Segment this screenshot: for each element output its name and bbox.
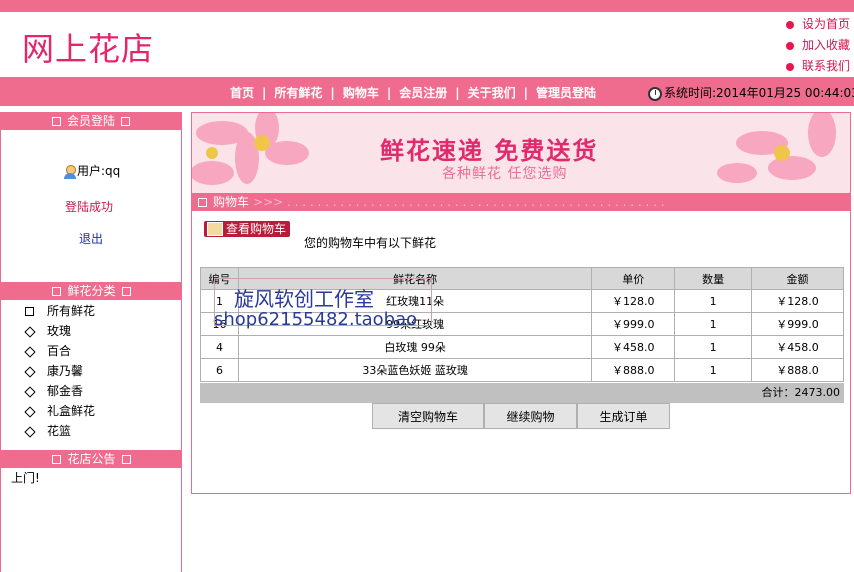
cell-price: ￥888.0 <box>591 358 676 382</box>
site-logo: 网上花店 <box>22 30 155 68</box>
system-time: 系统时间:2014年01月25 00:44:03 <box>648 84 854 101</box>
clear-cart-button[interactable]: 清空购物车 <box>372 403 484 429</box>
cart-actions: 清空购物车 继续购物 生成订单 <box>372 403 670 429</box>
promo-banner: 鲜花速递 免费送货 各种鲜花 任您选购 <box>192 113 850 193</box>
clock-icon <box>648 86 662 101</box>
cell-price: ￥128.0 <box>591 289 676 313</box>
square-icon <box>121 455 131 464</box>
dot-icon <box>785 20 794 29</box>
nav-all-flowers[interactable]: 所有鲜花 <box>274 86 322 100</box>
logout-link[interactable]: 退出 <box>79 230 103 247</box>
cell-name: 33朵蓝色妖姬 蓝玫瑰 <box>237 358 593 382</box>
dot-icon <box>785 62 794 71</box>
nav-about[interactable]: 关于我们 <box>468 86 516 100</box>
category-lily[interactable]: 百合 <box>24 344 95 364</box>
cell-id: 6 <box>200 358 239 382</box>
cart-message: 您的购物车中有以下鲜花 <box>304 236 437 250</box>
dot-icon <box>785 41 794 50</box>
top-bar <box>0 0 854 12</box>
continue-shopping-button[interactable]: 继续购物 <box>484 403 577 429</box>
cell-id: 4 <box>200 335 239 359</box>
category-header: 鲜花分类 <box>1 282 182 300</box>
add-favorite-link[interactable]: 加入收藏 <box>785 37 850 58</box>
category-all[interactable]: 所有鲜花 <box>25 304 95 324</box>
nav-home[interactable]: 首页 <box>230 86 254 100</box>
cell-amount: ￥128.0 <box>751 289 844 313</box>
notice-text: 上门! <box>11 471 40 485</box>
cell-qty: 1 <box>674 312 753 336</box>
square-icon <box>51 117 61 126</box>
col-price: 单价 <box>591 267 676 290</box>
category-gift-box[interactable]: 礼盒鲜花 <box>24 404 95 424</box>
square-icon <box>25 307 34 316</box>
col-qty: 数量 <box>674 267 753 290</box>
col-amount: 金额 <box>751 267 844 290</box>
nav-register[interactable]: 会员注册 <box>399 86 447 100</box>
user-icon <box>63 164 77 179</box>
view-cart-button[interactable]: 查看购物车 <box>204 221 291 237</box>
main-nav: 首页 | 所有鲜花 | 购物车 | 会员注册 | 关于我们 | 管理员登陆 <box>230 86 597 100</box>
diamond-icon <box>24 405 36 418</box>
diamond-icon <box>24 385 36 398</box>
view-cart[interactable]: 查看购物车 <box>204 221 291 237</box>
cell-price: ￥999.0 <box>591 312 676 336</box>
diamond-icon <box>24 325 36 338</box>
create-order-button[interactable]: 生成订单 <box>577 403 670 429</box>
nav-bar: 首页 | 所有鲜花 | 购物车 | 会员注册 | 关于我们 | 管理员登陆 系统时间:2014年01… <box>0 77 854 106</box>
top-links: 设为首页 加入收藏 联系我们 <box>785 16 850 79</box>
cart-total: 合计：2473.00 <box>200 383 844 403</box>
square-icon <box>198 198 207 207</box>
cell-amount: ￥458.0 <box>751 335 844 359</box>
watermark-line2: shop62155482.taobao <box>214 309 418 330</box>
category-carnation[interactable]: 康乃馨 <box>24 364 95 384</box>
table-row: 6 33朵蓝色妖姬 蓝玫瑰 ￥888.0 1 ￥888.0 <box>200 358 844 382</box>
cell-price: ￥458.0 <box>591 335 676 359</box>
table-row: 4 白玫瑰 99朵 ￥458.0 1 ￥458.0 <box>200 335 844 359</box>
square-icon <box>121 287 131 296</box>
diamond-icon <box>24 345 36 358</box>
diamond-icon <box>24 425 36 438</box>
cell-name: 白玫瑰 99朵 <box>237 335 593 359</box>
diamond-icon <box>24 365 36 378</box>
category-list: 所有鲜花 玫瑰 百合 康乃馨 郁金香 礼盒鲜花 花篮 <box>24 304 95 444</box>
notice-header: 花店公告 <box>1 450 182 468</box>
cell-amount: ￥888.0 <box>751 358 844 382</box>
contact-link[interactable]: 联系我们 <box>785 58 850 79</box>
cell-qty: 1 <box>674 289 753 313</box>
cart-header: 购物车 >>> . . . . . . . . . . . . . . . . .… <box>192 193 850 211</box>
category-rose[interactable]: 玫瑰 <box>24 324 95 344</box>
nav-admin-login[interactable]: 管理员登陆 <box>536 86 596 100</box>
square-icon <box>52 287 62 296</box>
cell-amount: ￥999.0 <box>751 312 844 336</box>
cell-qty: 1 <box>674 358 753 382</box>
login-header: 会员登陆 <box>1 112 181 130</box>
dotted-divider: >>> . . . . . . . . . . . . . . . . . . … <box>253 195 665 209</box>
banner-subtitle: 各种鲜花 任您选购 <box>442 166 568 182</box>
watermark-line1: 旋风软创工作室 <box>234 287 374 311</box>
set-homepage-link[interactable]: 设为首页 <box>785 16 850 37</box>
category-basket[interactable]: 花篮 <box>24 424 95 444</box>
square-icon <box>52 455 62 464</box>
cell-qty: 1 <box>674 335 753 359</box>
nav-cart[interactable]: 购物车 <box>343 86 379 100</box>
sidebar: 会员登陆 用户:qq 登陆成功 退出 鲜花分类 所有鲜花 玫瑰 百合 康乃馨 郁… <box>0 112 182 572</box>
login-user: 用户:qq <box>63 162 120 179</box>
banner-title: 鲜花速递 免费送货 <box>380 137 599 165</box>
login-status: 登陆成功 <box>65 200 114 214</box>
category-tulip[interactable]: 郁金香 <box>24 384 95 404</box>
square-icon <box>121 117 130 126</box>
